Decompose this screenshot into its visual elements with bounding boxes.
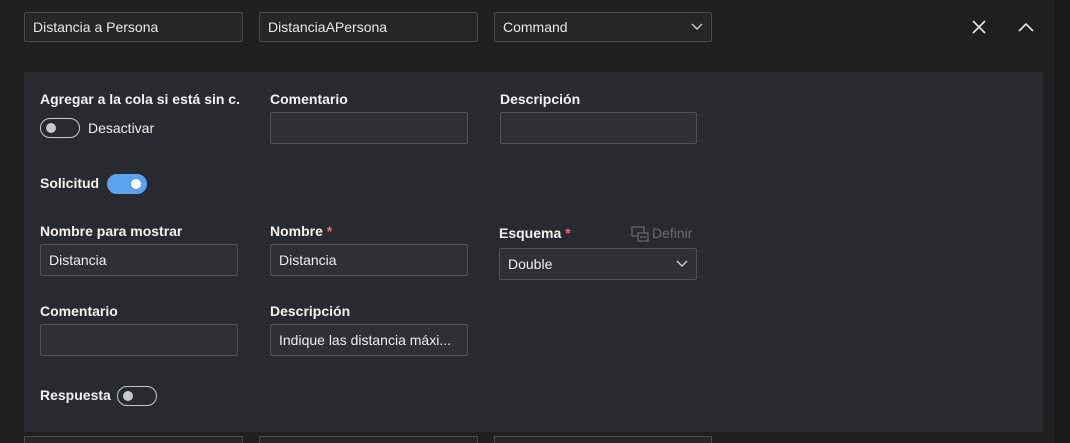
request-toggle[interactable] (107, 174, 147, 194)
request-name-label: Nombre * (270, 223, 332, 239)
next-row-type-dropdown[interactable] (494, 436, 712, 443)
description-label: Descripción (500, 91, 581, 107)
comment-label: Comentario (270, 91, 348, 107)
request-name-label-text: Nombre (270, 223, 323, 239)
comment-field[interactable] (270, 112, 468, 144)
required-marker: * (565, 225, 571, 241)
type-dropdown-value: Command (503, 19, 568, 35)
next-row-name-input[interactable] (259, 436, 478, 443)
request-schema-dropdown[interactable]: Double (499, 248, 697, 280)
request-section-label: Solicitud (40, 175, 100, 191)
next-row-display-name-input[interactable] (24, 436, 243, 443)
chevron-down-icon (676, 260, 688, 267)
request-schema-value: Double (508, 256, 553, 272)
display-name-input[interactable]: Distancia a Persona (24, 12, 243, 42)
enqueue-label: Agregar a la cola si está sin c... (40, 91, 240, 107)
description-field[interactable] (500, 112, 697, 144)
request-schema-label-text: Esquema (499, 225, 562, 241)
request-description-field[interactable]: Indique las distancia máxi... (270, 324, 468, 356)
enqueue-toggle[interactable] (40, 118, 80, 138)
scrollbar-track[interactable] (1055, 0, 1070, 443)
chevron-down-icon (691, 23, 703, 30)
response-section-label: Respuesta (40, 387, 111, 403)
request-display-name-field[interactable]: Distancia (40, 244, 238, 276)
request-comment-label: Comentario (40, 303, 118, 319)
command-header: Distancia a Persona DistanciaAPersona Co… (0, 0, 1070, 60)
name-input[interactable]: DistanciaAPersona (259, 12, 478, 42)
request-display-name-label: Nombre para mostrar (40, 223, 183, 239)
request-comment-field[interactable] (40, 324, 238, 356)
chevron-up-icon[interactable] (1013, 14, 1039, 40)
request-schema-label: Esquema * (499, 225, 571, 241)
enqueue-toggle-text: Desactivar (88, 120, 155, 136)
close-icon[interactable] (966, 14, 992, 40)
request-description-label: Descripción (270, 303, 351, 319)
type-dropdown[interactable]: Command (494, 12, 712, 42)
define-schema-label: Definir (652, 225, 693, 241)
request-name-field[interactable]: Distancia (270, 244, 468, 276)
response-toggle[interactable] (117, 386, 157, 406)
required-marker: * (326, 223, 333, 239)
define-schema-icon (631, 226, 649, 242)
